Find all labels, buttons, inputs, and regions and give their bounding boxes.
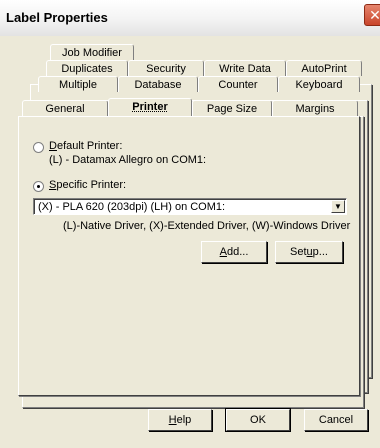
driver-legend: (L)-Native Driver, (X)-Extended Driver, … <box>63 220 351 232</box>
tab-keyboard[interactable]: Keyboard <box>278 76 360 92</box>
specific-printer-select[interactable]: (X) - PLA 620 (203dpi) (LH) on COM1: ▼ <box>33 198 347 215</box>
default-printer-radio[interactable] <box>33 142 44 153</box>
title-bar: Label Properties ✕ <box>0 0 380 37</box>
chevron-down-icon[interactable]: ▼ <box>331 200 345 213</box>
default-printer-accel: D <box>49 140 57 152</box>
tab-database[interactable]: Database <box>118 76 198 92</box>
default-printer-value: (L) - Datamax Allegro on COM1: <box>49 154 207 166</box>
tab-security[interactable]: Security <box>128 60 204 76</box>
add-button-text: dd... <box>226 246 249 258</box>
tab-margins[interactable]: Margins <box>272 100 358 116</box>
printer-setup-button[interactable]: Setup... <box>275 241 343 263</box>
dialog-client-area: Job Modifier Duplicates Security Write D… <box>0 36 380 448</box>
specific-printer-label[interactable]: Specific Printer: <box>49 179 126 191</box>
setup-button-prefix: Set <box>290 246 307 258</box>
close-icon[interactable]: ✕ <box>364 4 380 26</box>
help-button-text: elp <box>176 414 192 426</box>
specific-printer-selected: (X) - PLA 620 (203dpi) (LH) on COM1: <box>38 201 226 213</box>
specific-printer-radio[interactable] <box>33 181 44 192</box>
help-accel: H <box>168 414 177 426</box>
tab-counter[interactable]: Counter <box>198 76 278 92</box>
default-printer-label[interactable]: Default Printer: <box>49 140 122 152</box>
tab-write-data[interactable]: Write Data <box>204 60 286 76</box>
ok-button[interactable]: OK <box>225 408 291 432</box>
default-printer-label-text: efault Printer: <box>56 140 123 152</box>
tab-printer-label: Printer <box>132 101 168 113</box>
tab-job-modifier[interactable]: Job Modifier <box>50 44 134 60</box>
label-properties-dialog: Label Properties ✕ Job Modifier Duplicat… <box>0 0 380 448</box>
setup-button-text: p... <box>312 246 328 258</box>
tab-autoprint[interactable]: AutoPrint <box>286 60 362 76</box>
tab-duplicates[interactable]: Duplicates <box>46 60 128 76</box>
add-accel: A <box>219 246 227 258</box>
tab-multiple[interactable]: Multiple <box>38 76 118 92</box>
help-button[interactable]: Help <box>148 409 212 431</box>
tab-page-size[interactable]: Page Size <box>192 100 272 116</box>
specific-printer-label-text: pecific Printer: <box>56 179 127 191</box>
dialog-title: Label Properties <box>6 10 108 25</box>
cancel-button[interactable]: Cancel <box>304 409 368 431</box>
tab-general[interactable]: General <box>22 100 108 116</box>
add-printer-button[interactable]: Add... <box>201 241 267 263</box>
tab-printer[interactable]: Printer <box>108 98 192 116</box>
printer-tab-panel: Default Printer: (L) - Datamax Allegro o… <box>18 116 360 396</box>
